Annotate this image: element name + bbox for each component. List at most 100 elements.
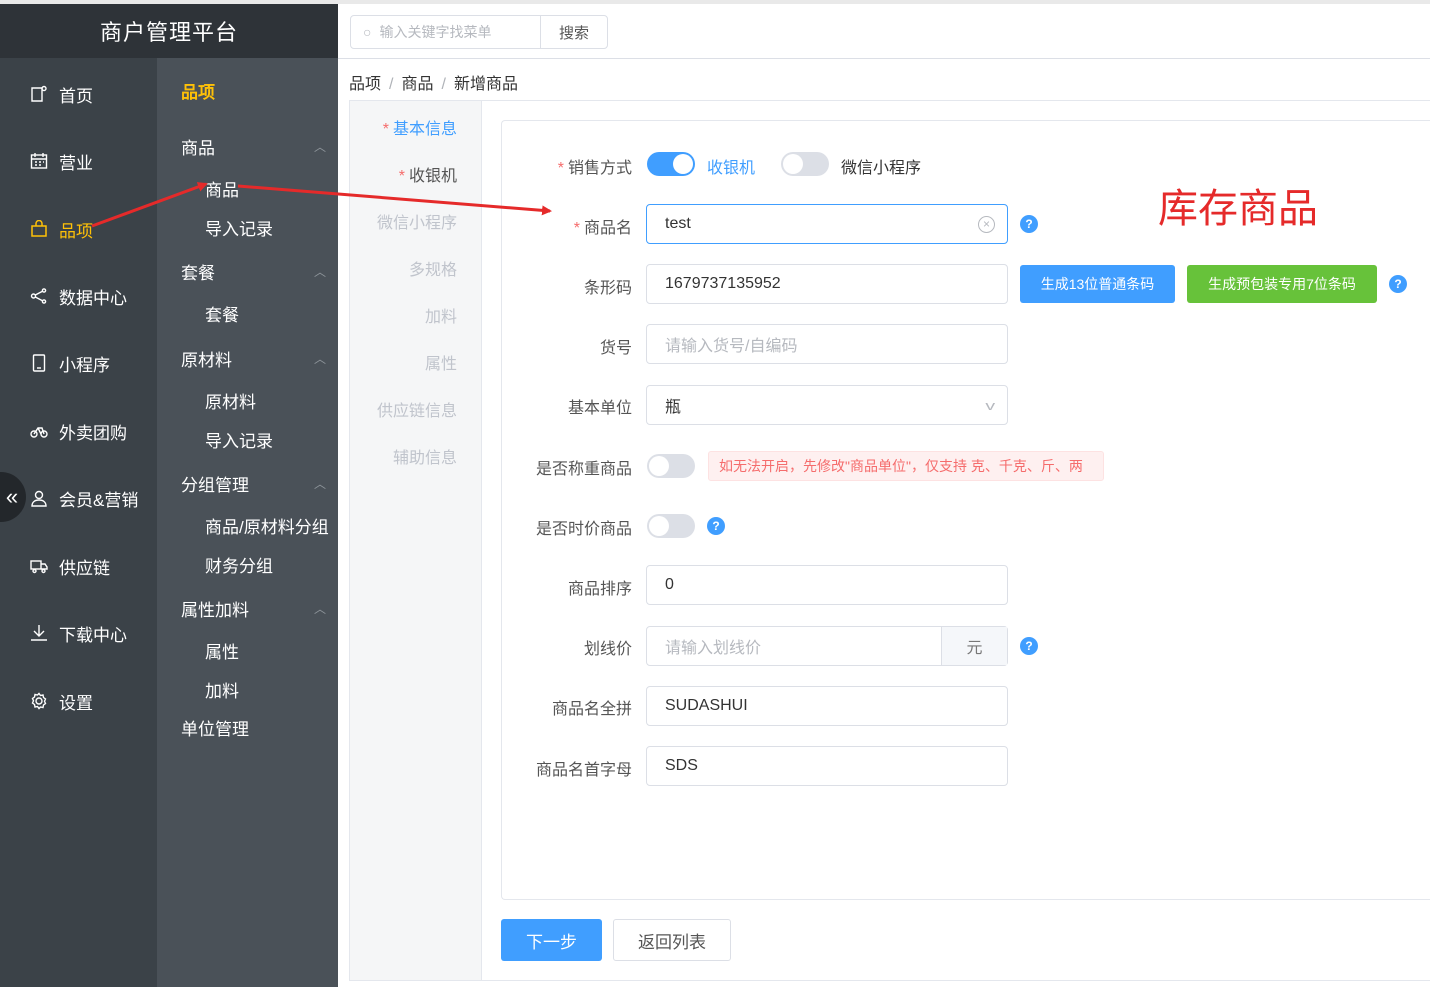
sidebar-item-label: 设置 bbox=[59, 693, 93, 713]
chevron-up-icon: ︿ bbox=[313, 140, 326, 154]
switch-knob bbox=[673, 154, 693, 174]
sidebar-item-products[interactable]: 品项 bbox=[0, 209, 157, 249]
barcode-label: 条形码 bbox=[583, 280, 632, 297]
subnav-group-materials[interactable]: 原材料 ︿ bbox=[181, 346, 326, 371]
sale-mode-label: * 销售方式 bbox=[558, 154, 632, 178]
menu-search-input[interactable]: ○ 输入关键字找菜单 bbox=[350, 15, 541, 49]
subnav-item-products[interactable]: 商品 bbox=[205, 176, 239, 201]
unit-label: 基本单位 bbox=[567, 400, 632, 417]
timed-price-switch[interactable] bbox=[647, 514, 695, 538]
sidebar-item-delivery[interactable]: 外卖团购 bbox=[0, 411, 157, 451]
tab-wechat-mini[interactable]: 微信小程序 bbox=[377, 209, 457, 233]
generate-13-barcode-button[interactable]: 生成13位普通条码 bbox=[1020, 265, 1175, 303]
subnav-item-product-import[interactable]: 导入记录 bbox=[205, 215, 273, 240]
sidebar-item-settings[interactable]: 设置 bbox=[0, 681, 157, 721]
next-step-button[interactable]: 下一步 bbox=[501, 919, 602, 961]
tab-auxiliary[interactable]: 辅助信息 bbox=[393, 444, 457, 468]
subnav-item-combos[interactable]: 套餐 bbox=[205, 301, 239, 326]
required-mark: * bbox=[557, 160, 564, 177]
subnav-heading: 品项 bbox=[181, 83, 215, 102]
help-icon[interactable]: ? bbox=[1389, 275, 1407, 293]
truck-icon bbox=[30, 557, 48, 575]
sidebar-item-label: 会员&营销 bbox=[59, 490, 139, 510]
subnav-item-attributes[interactable]: 属性 bbox=[205, 638, 239, 663]
subnav-group-label: 原材料 bbox=[181, 351, 232, 370]
input-placeholder: 请输入货号/自编码 bbox=[665, 338, 798, 355]
item-no-input[interactable]: 请输入货号/自编码 bbox=[646, 324, 1008, 364]
sidebar-item-business[interactable]: 营业 bbox=[0, 141, 157, 181]
download-icon bbox=[30, 624, 48, 642]
tab-specs[interactable]: 多规格 bbox=[409, 256, 457, 280]
sidebar-item-label: 小程序 bbox=[59, 355, 110, 375]
sidebar-item-home[interactable]: 首页 bbox=[0, 74, 157, 114]
input-value: 0 bbox=[665, 576, 674, 593]
clear-icon[interactable]: × bbox=[978, 215, 995, 233]
strike-price-label: 划线价 bbox=[583, 641, 632, 658]
product-name-label: * 商品名 bbox=[574, 214, 632, 238]
unit-select[interactable]: 瓶 v bbox=[646, 385, 1008, 425]
subnav-group-label: 单位管理 bbox=[181, 720, 249, 739]
required-mark: * bbox=[382, 121, 389, 138]
subnav-group-products[interactable]: 商品 ︿ bbox=[181, 134, 326, 159]
pinyin-full-input[interactable]: SUDASHUI bbox=[646, 686, 1008, 726]
chevron-up-icon: ︿ bbox=[313, 477, 326, 491]
label-text: 商品名 bbox=[583, 220, 632, 237]
subnav-group-label: 商品 bbox=[181, 139, 215, 158]
subnav-group-label: 分组管理 bbox=[181, 476, 249, 495]
pos-sale-label: 收银机 bbox=[707, 160, 756, 177]
tab-supply-chain[interactable]: 供应链信息 bbox=[377, 397, 457, 421]
sidebar-item-mini-program[interactable]: 小程序 bbox=[0, 343, 157, 383]
subnav-item-units[interactable]: 单位管理 bbox=[181, 715, 326, 740]
tab-basic-info[interactable]: * 基本信息 bbox=[383, 115, 457, 139]
top-header: ○ 输入关键字找菜单 搜索 bbox=[338, 4, 1430, 59]
tab-addons[interactable]: 加料 bbox=[425, 303, 457, 327]
breadcrumb-current: 新增商品 bbox=[453, 76, 518, 93]
input-placeholder: 请输入划线价 bbox=[665, 640, 762, 657]
subnav-group-label: 套餐 bbox=[181, 264, 215, 283]
subnav-group-grouping[interactable]: 分组管理 ︿ bbox=[181, 471, 326, 496]
help-icon[interactable]: ? bbox=[707, 517, 725, 535]
search-button[interactable]: 搜索 bbox=[540, 15, 608, 49]
help-icon[interactable]: ? bbox=[1020, 215, 1038, 233]
weighed-switch[interactable] bbox=[647, 454, 695, 478]
breadcrumb-separator: / bbox=[389, 76, 394, 93]
subnav-item-materials[interactable]: 原材料 bbox=[205, 388, 256, 413]
wechat-sale-label: 微信小程序 bbox=[841, 160, 922, 177]
phone-icon bbox=[30, 354, 48, 372]
tab-label: 基本信息 bbox=[392, 121, 457, 138]
input-value: SDS bbox=[665, 757, 698, 774]
subnav-item-product-groups[interactable]: 商品/原材料分组 bbox=[205, 513, 329, 538]
chevron-up-icon: ︿ bbox=[313, 265, 326, 279]
annotation-label: 库存商品 bbox=[1158, 187, 1318, 231]
chevron-up-icon: ︿ bbox=[313, 352, 326, 366]
subnav-item-finance-groups[interactable]: 财务分组 bbox=[205, 552, 273, 577]
weighed-label: 是否称重商品 bbox=[535, 461, 632, 478]
tab-pos[interactable]: * 收银机 bbox=[399, 162, 457, 186]
sidebar-item-label: 品项 bbox=[59, 221, 93, 241]
sidebar-item-label: 供应链 bbox=[59, 558, 110, 578]
subnav-group-attributes[interactable]: 属性加料 ︿ bbox=[181, 596, 326, 621]
pinyin-initials-input[interactable]: SDS bbox=[646, 746, 1008, 786]
subnav-group-label: 属性加料 bbox=[181, 601, 249, 620]
pos-sale-switch[interactable] bbox=[647, 152, 695, 176]
chevron-up-icon: ︿ bbox=[313, 602, 326, 616]
secondary-sidebar: 品项 商品 ︿ 商品 导入记录 套餐 ︿ 套餐 原材料 ︿ 原材料 导入记录 分组管理… bbox=[157, 58, 338, 987]
sidebar-item-data-center[interactable]: 数据中心 bbox=[0, 276, 157, 316]
subnav-item-addons[interactable]: 加料 bbox=[205, 677, 239, 702]
strike-price-input[interactable]: 请输入划线价 元 bbox=[646, 626, 1008, 666]
breadcrumb-item[interactable]: 品项 bbox=[349, 76, 381, 93]
barcode-input[interactable]: 1679737135952 bbox=[646, 264, 1008, 304]
generate-7-barcode-button[interactable]: 生成预包装专用7位条码 bbox=[1187, 265, 1377, 303]
sidebar-item-supply-chain[interactable]: 供应链 bbox=[0, 546, 157, 586]
sort-input[interactable]: 0 bbox=[646, 565, 1008, 605]
required-mark: * bbox=[398, 168, 405, 185]
subnav-group-combos[interactable]: 套餐 ︿ bbox=[181, 259, 326, 284]
tab-attributes[interactable]: 属性 bbox=[425, 350, 457, 374]
back-to-list-button[interactable]: 返回列表 bbox=[613, 919, 731, 961]
subnav-item-material-import[interactable]: 导入记录 bbox=[205, 427, 273, 452]
breadcrumb-item[interactable]: 商品 bbox=[401, 76, 433, 93]
help-icon[interactable]: ? bbox=[1020, 637, 1038, 655]
product-name-input[interactable]: test × bbox=[646, 204, 1008, 244]
wechat-sale-switch[interactable] bbox=[781, 152, 829, 176]
sidebar-item-downloads[interactable]: 下载中心 bbox=[0, 613, 157, 653]
